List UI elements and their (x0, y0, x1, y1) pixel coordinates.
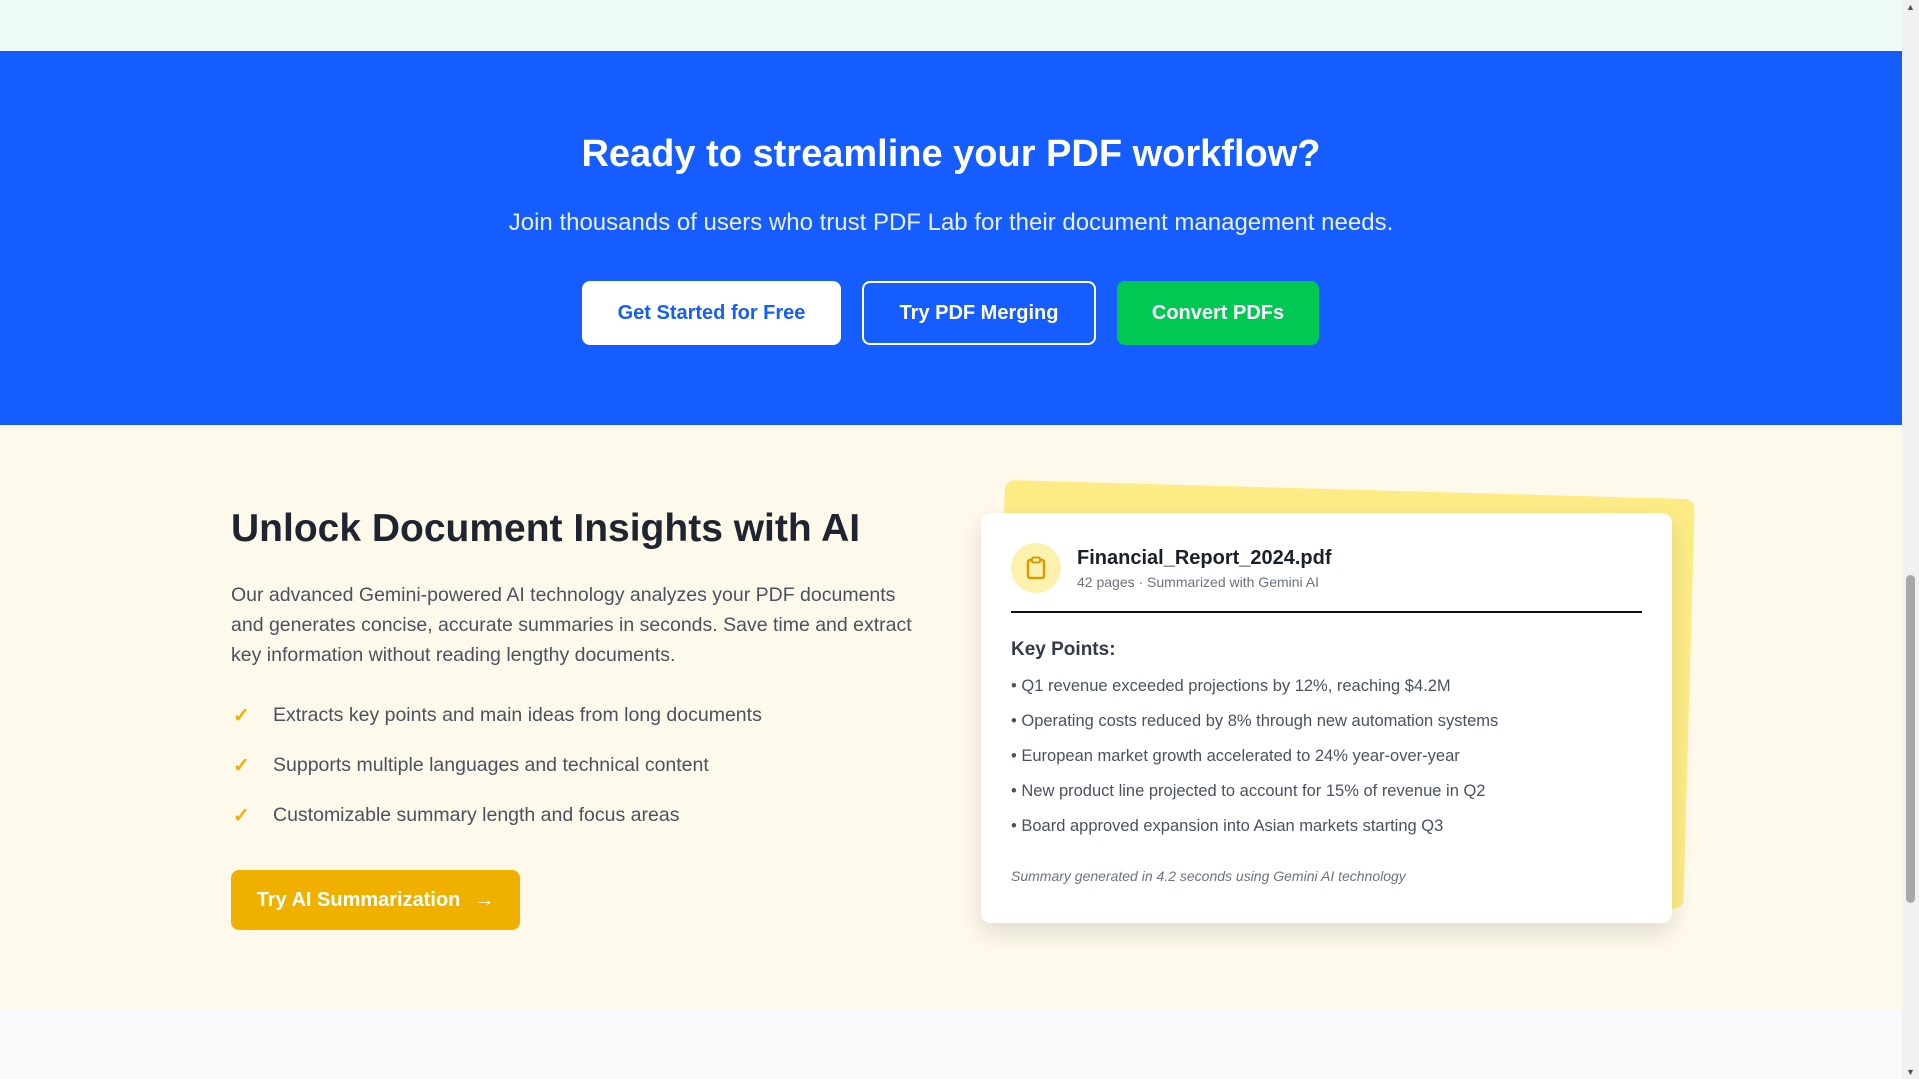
key-points-heading: Key Points: (1011, 639, 1116, 660)
convert-pdfs-button[interactable]: Convert PDFs (1117, 281, 1319, 345)
feature-label: Extracts key points and main ideas from … (273, 704, 762, 726)
scroll-down-icon[interactable]: ▼ (1906, 1067, 1915, 1077)
summary-card: Financial_Report_2024.pdf 42 pages · Sum… (981, 513, 1672, 923)
cta-section: Ready to streamline your PDF workflow? J… (0, 51, 1902, 425)
check-icon: ✓ (233, 805, 250, 827)
scroll-up-icon[interactable]: ▲ (1906, 2, 1915, 12)
check-icon: ✓ (233, 705, 250, 727)
feature-item: ✓ Extracts key points and main ideas from… (233, 703, 762, 728)
previous-section (0, 0, 1902, 51)
cta-title: Ready to streamline your PDF workflow? (581, 133, 1321, 175)
feature-label: Customizable summary length and focus ar… (273, 804, 680, 826)
scrollbar-thumb[interactable] (1906, 575, 1915, 903)
ai-description: Our advanced Gemini-powered AI technolog… (231, 584, 912, 666)
button-label: Try AI Summarization (256, 888, 461, 911)
ai-section: Unlock Document Insights with AI Our adv… (0, 425, 1902, 1010)
feature-item: ✓ Supports multiple languages and technic… (233, 753, 709, 778)
scrollbar[interactable]: ▲ ▼ (1902, 0, 1919, 1079)
feature-item: ✓ Customizable summary length and focus a… (233, 803, 679, 828)
cta-subtitle: Join thousands of users who trust PDF La… (508, 209, 1394, 236)
try-ai-summarization-button[interactable]: Try AI Summarization → (231, 870, 520, 930)
check-icon: ✓ (233, 755, 250, 777)
key-point: • Q1 revenue exceeded projections by 12%… (1011, 677, 1451, 695)
clipboard-icon (1011, 543, 1061, 593)
try-pdf-merging-button[interactable]: Try PDF Merging (862, 281, 1096, 345)
get-started-button[interactable]: Get Started for Free (582, 281, 841, 345)
feature-label: Supports multiple languages and technica… (273, 754, 709, 776)
key-point: • European market growth accelerated to … (1011, 747, 1460, 765)
key-point: • New product line projected to account … (1011, 782, 1486, 800)
file-meta: 42 pages · Summarized with Gemini AI (1077, 573, 1319, 590)
arrow-right-icon: → (474, 888, 495, 911)
file-name: Financial_Report_2024.pdf (1077, 546, 1332, 569)
summary-footer: Summary generated in 4.2 seconds using G… (1011, 868, 1406, 884)
ai-title: Unlock Document Insights with AI (231, 507, 861, 550)
key-point: • Operating costs reduced by 8% through … (1011, 712, 1499, 730)
key-point: • Board approved expansion into Asian ma… (1011, 817, 1444, 835)
